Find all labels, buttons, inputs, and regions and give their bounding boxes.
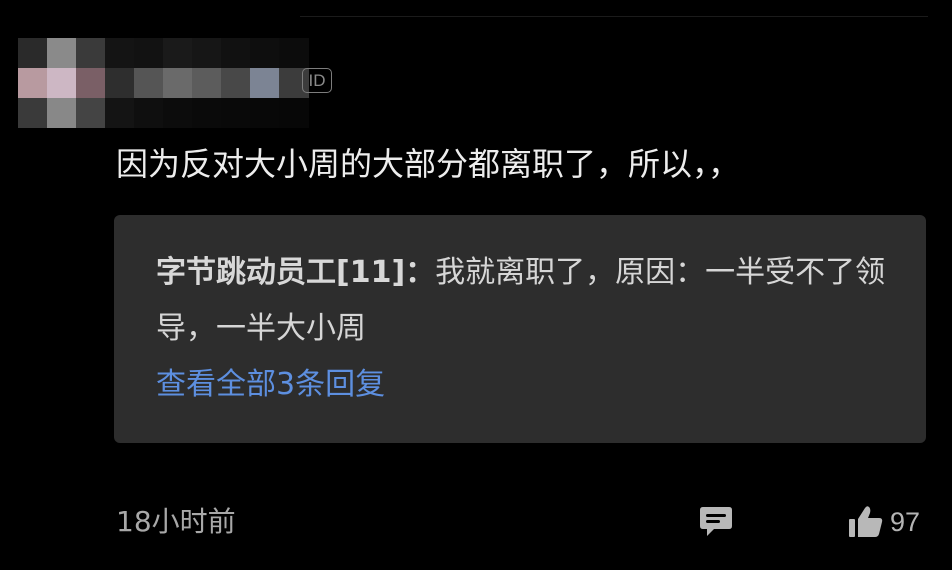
- mosaic-cell: [279, 38, 309, 68]
- mosaic-cell: [250, 68, 280, 98]
- mosaic-cell: [105, 38, 135, 68]
- mosaic-cell: [47, 38, 77, 68]
- mosaic-cell: [279, 98, 309, 128]
- mosaic-cell: [192, 68, 222, 98]
- mosaic-cell: [221, 98, 251, 128]
- mosaic-cell: [192, 98, 222, 128]
- mosaic-cell: [47, 98, 77, 128]
- view-all-replies-link[interactable]: 查看全部3条回复: [156, 357, 886, 413]
- reply-author[interactable]: 字节跳动员工[11]：: [156, 255, 435, 290]
- mosaic-cell: [163, 68, 193, 98]
- mosaic-cell: [250, 98, 280, 128]
- mosaic-cell: [18, 98, 48, 128]
- mosaic-cell: [76, 68, 106, 98]
- mosaic-cell: [250, 38, 280, 68]
- reply-button[interactable]: [698, 503, 734, 539]
- mosaic-cell: [134, 98, 164, 128]
- mosaic-cell: [192, 38, 222, 68]
- mosaic-cell: [221, 68, 251, 98]
- mosaic-cell: [18, 68, 48, 98]
- thumbs-up-icon: [849, 506, 883, 537]
- mosaic-cell: [105, 98, 135, 128]
- mosaic-cell: [47, 68, 77, 98]
- reply-content: 字节跳动员工[11]：我就离职了，原因：一半受不了领导，一半大小周: [156, 245, 896, 357]
- comment-text: 因为反对大小周的大部分都离职了，所以，，: [116, 145, 741, 183]
- mosaic-cell: [76, 98, 106, 128]
- mosaic-cell: [134, 68, 164, 98]
- like-count: 97: [890, 506, 921, 537]
- comment-bubble-icon: [700, 507, 732, 536]
- mosaic-cell: [105, 68, 135, 98]
- mosaic-cell: [221, 38, 251, 68]
- mosaic-cell: [76, 38, 106, 68]
- top-divider: [300, 16, 928, 17]
- id-badge: ID: [302, 68, 332, 93]
- mosaic-cell: [163, 38, 193, 68]
- mosaic-cell: [18, 38, 48, 68]
- comment-timestamp: 18小时前: [116, 505, 236, 538]
- reply-preview-box[interactable]: 字节跳动员工[11]：我就离职了，原因：一半受不了领导，一半大小周 查看全部3条…: [114, 215, 926, 443]
- like-button[interactable]: 97: [848, 502, 920, 542]
- blurred-user-info: [18, 38, 309, 130]
- mosaic-cell: [134, 38, 164, 68]
- mosaic-cell: [163, 98, 193, 128]
